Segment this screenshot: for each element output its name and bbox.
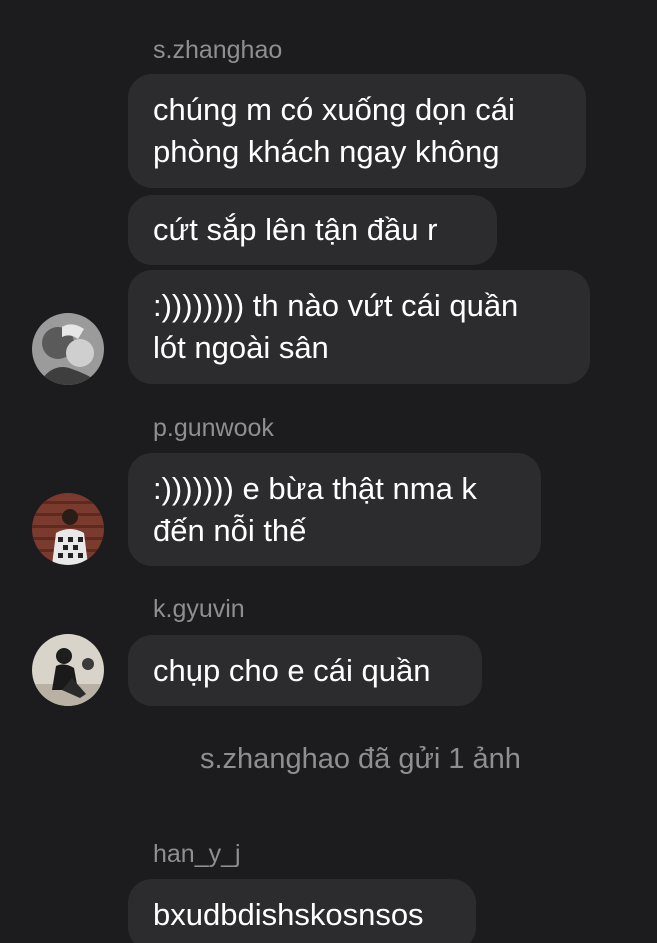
- user-avatar-p-gunwook[interactable]: [32, 493, 104, 565]
- user-avatar-k-gyuvin[interactable]: [32, 634, 104, 706]
- message-bubble[interactable]: :)))))))) th nào vứt cái quần lót ngoài …: [128, 270, 590, 384]
- sender-name: s.zhanghao: [153, 36, 283, 64]
- avatar-photo: [32, 634, 104, 706]
- user-avatar-s-zhanghao[interactable]: [32, 313, 104, 385]
- sender-name: k.gyuvin: [153, 595, 245, 623]
- message-bubble[interactable]: chúng m có xuống dọn cái phòng khách nga…: [128, 74, 586, 188]
- avatar-photo: [32, 313, 104, 385]
- message-bubble[interactable]: :))))))) e bừa thật nma k đến nỗi thế: [128, 453, 541, 566]
- message-bubble[interactable]: chụp cho e cái quần: [128, 635, 482, 706]
- avatar-photo: [32, 493, 104, 565]
- message-bubble[interactable]: cứt sắp lên tận đầu r: [128, 195, 497, 265]
- sender-name: p.gunwook: [153, 414, 274, 442]
- system-message-photo-sent: s.zhanghao đã gửi 1 ảnh: [200, 743, 521, 775]
- message-bubble[interactable]: bxudbdishskosnsos: [128, 879, 476, 943]
- chat-thread: s.zhanghao chúng m có xuống dọn cái phòn…: [0, 0, 657, 943]
- sender-name: han_y_j: [153, 840, 241, 868]
